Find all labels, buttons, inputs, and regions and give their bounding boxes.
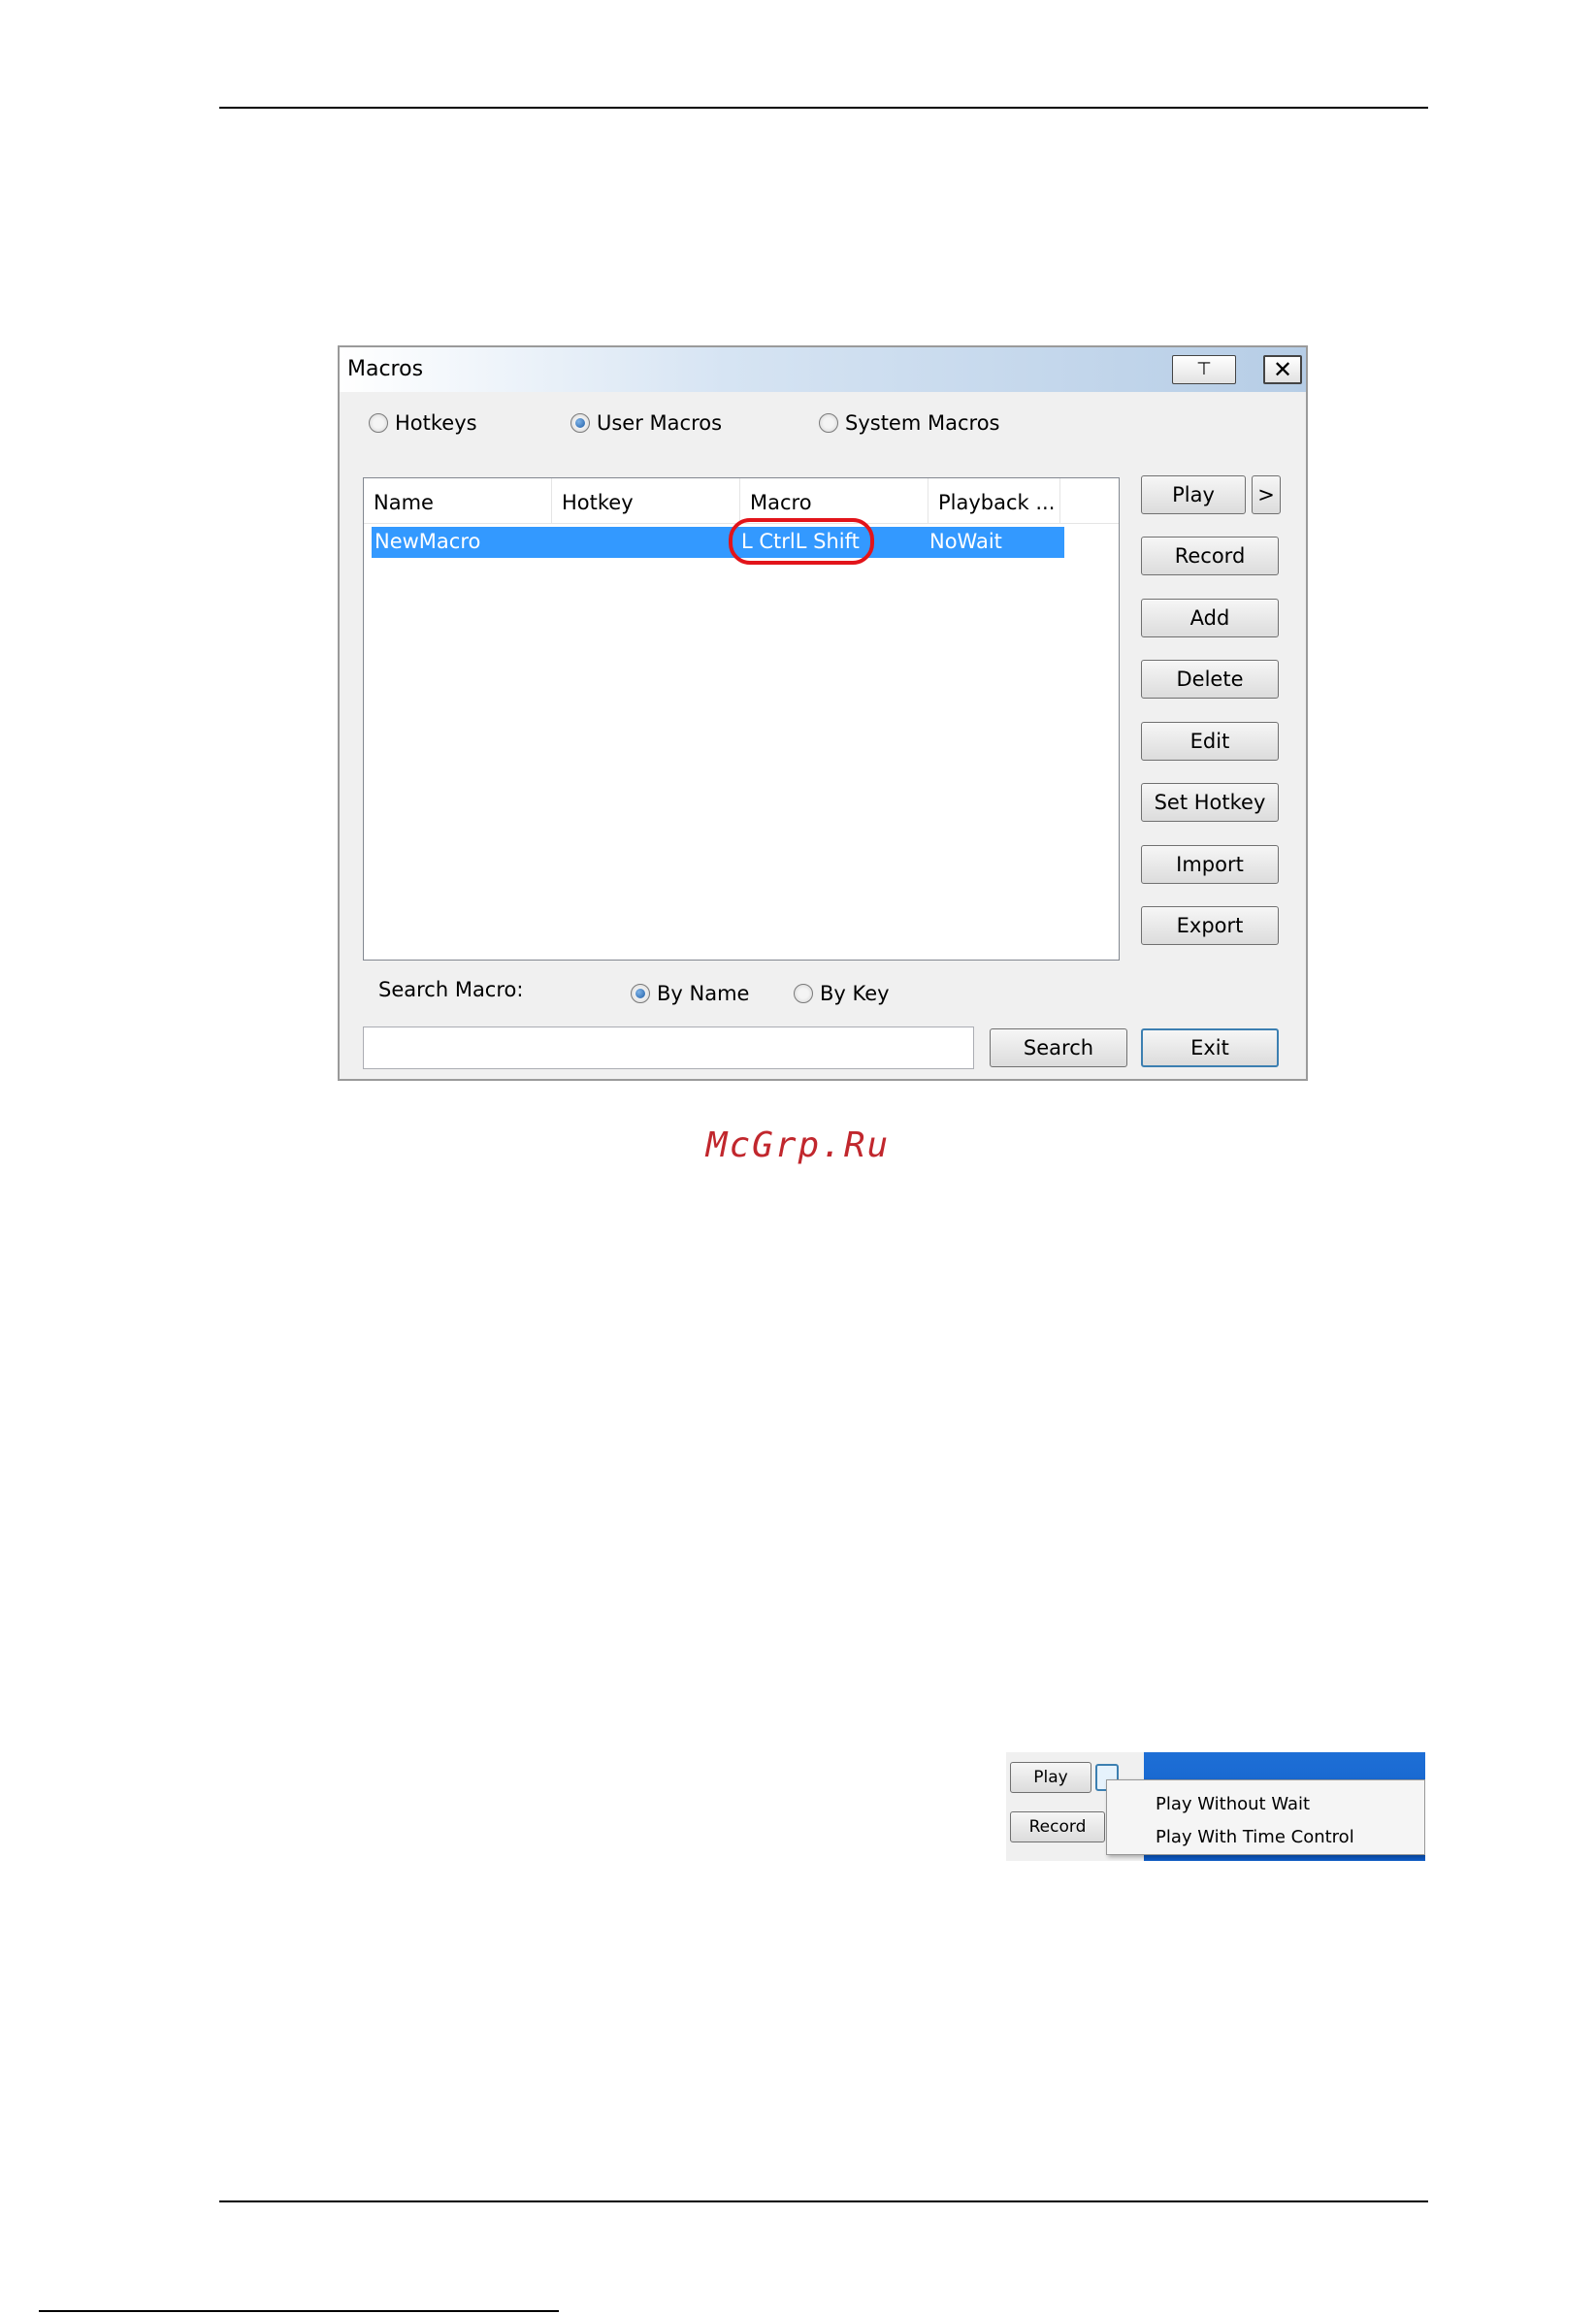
watermark: McGrp.Ru: [705, 1125, 891, 1165]
page-top-rule: [219, 107, 1428, 109]
add-button[interactable]: Add: [1141, 599, 1279, 637]
column-header-hotkey[interactable]: Hotkey: [552, 478, 740, 523]
inset-record-button[interactable]: Record: [1010, 1811, 1105, 1842]
macros-dialog: Macros ⊤ ✕ Hotkeys User Macros System Ma…: [338, 345, 1308, 1081]
menu-item-play-without-wait[interactable]: Play Without Wait: [1156, 1794, 1310, 1814]
page-bottom-rule: [219, 2200, 1428, 2202]
dialog-titlebar[interactable]: Macros ⊤ ✕: [340, 347, 1306, 392]
column-header-macro[interactable]: Macro: [740, 478, 928, 523]
column-header-playback[interactable]: Playback ...: [928, 478, 1060, 523]
table-row[interactable]: NewMacro L CtrlL Shift NoWait: [372, 527, 1064, 558]
search-input[interactable]: [363, 1027, 974, 1069]
play-button[interactable]: Play: [1141, 475, 1246, 514]
pin-button[interactable]: ⊤: [1172, 355, 1236, 384]
cell-name: NewMacro: [375, 530, 481, 553]
menu-item-play-with-time-control[interactable]: Play With Time Control: [1156, 1827, 1354, 1847]
inset-play-button[interactable]: Play: [1010, 1762, 1091, 1793]
play-options-menu: Play Without Wait Play With Time Control: [1106, 1779, 1425, 1855]
footnote-rule: [39, 2310, 559, 2312]
radio-by-name-label: By Name: [657, 982, 750, 1005]
record-button[interactable]: Record: [1141, 537, 1279, 575]
column-header-name[interactable]: Name: [364, 478, 552, 523]
radio-selected-icon: [570, 413, 590, 433]
radio-hotkeys[interactable]: Hotkeys: [369, 411, 477, 435]
close-button[interactable]: ✕: [1263, 355, 1302, 384]
macro-highlight-circle: [729, 518, 874, 565]
dialog-title: Macros: [347, 357, 424, 381]
export-button[interactable]: Export: [1141, 906, 1279, 945]
radio-system-macros[interactable]: System Macros: [819, 411, 999, 435]
import-button[interactable]: Import: [1141, 845, 1279, 884]
radio-by-key-label: By Key: [820, 982, 890, 1005]
radio-by-key[interactable]: By Key: [794, 982, 890, 1005]
play-menu-example: Play Record Play Without Wait Play With …: [1006, 1752, 1425, 1861]
radio-circle-icon: [819, 413, 838, 433]
edit-button[interactable]: Edit: [1141, 722, 1279, 761]
radio-hotkeys-label: Hotkeys: [395, 411, 477, 435]
cell-playback: NoWait: [929, 530, 1002, 553]
radio-selected-icon: [631, 984, 650, 1003]
radio-circle-icon: [369, 413, 388, 433]
search-macro-label: Search Macro:: [378, 978, 524, 1001]
set-hotkey-button[interactable]: Set Hotkey: [1141, 783, 1279, 822]
radio-user-macros-label: User Macros: [597, 411, 723, 435]
play-options-button[interactable]: >: [1252, 475, 1281, 514]
radio-user-macros[interactable]: User Macros: [570, 411, 722, 435]
radio-system-macros-label: System Macros: [845, 411, 1000, 435]
exit-button[interactable]: Exit: [1141, 1028, 1279, 1067]
search-button[interactable]: Search: [990, 1028, 1127, 1067]
radio-by-name[interactable]: By Name: [631, 982, 749, 1005]
radio-circle-icon: [794, 984, 813, 1003]
macro-list[interactable]: Name Hotkey Macro Playback ... NewMacro …: [363, 477, 1120, 961]
delete-button[interactable]: Delete: [1141, 660, 1279, 699]
list-header: Name Hotkey Macro Playback ...: [364, 478, 1119, 524]
